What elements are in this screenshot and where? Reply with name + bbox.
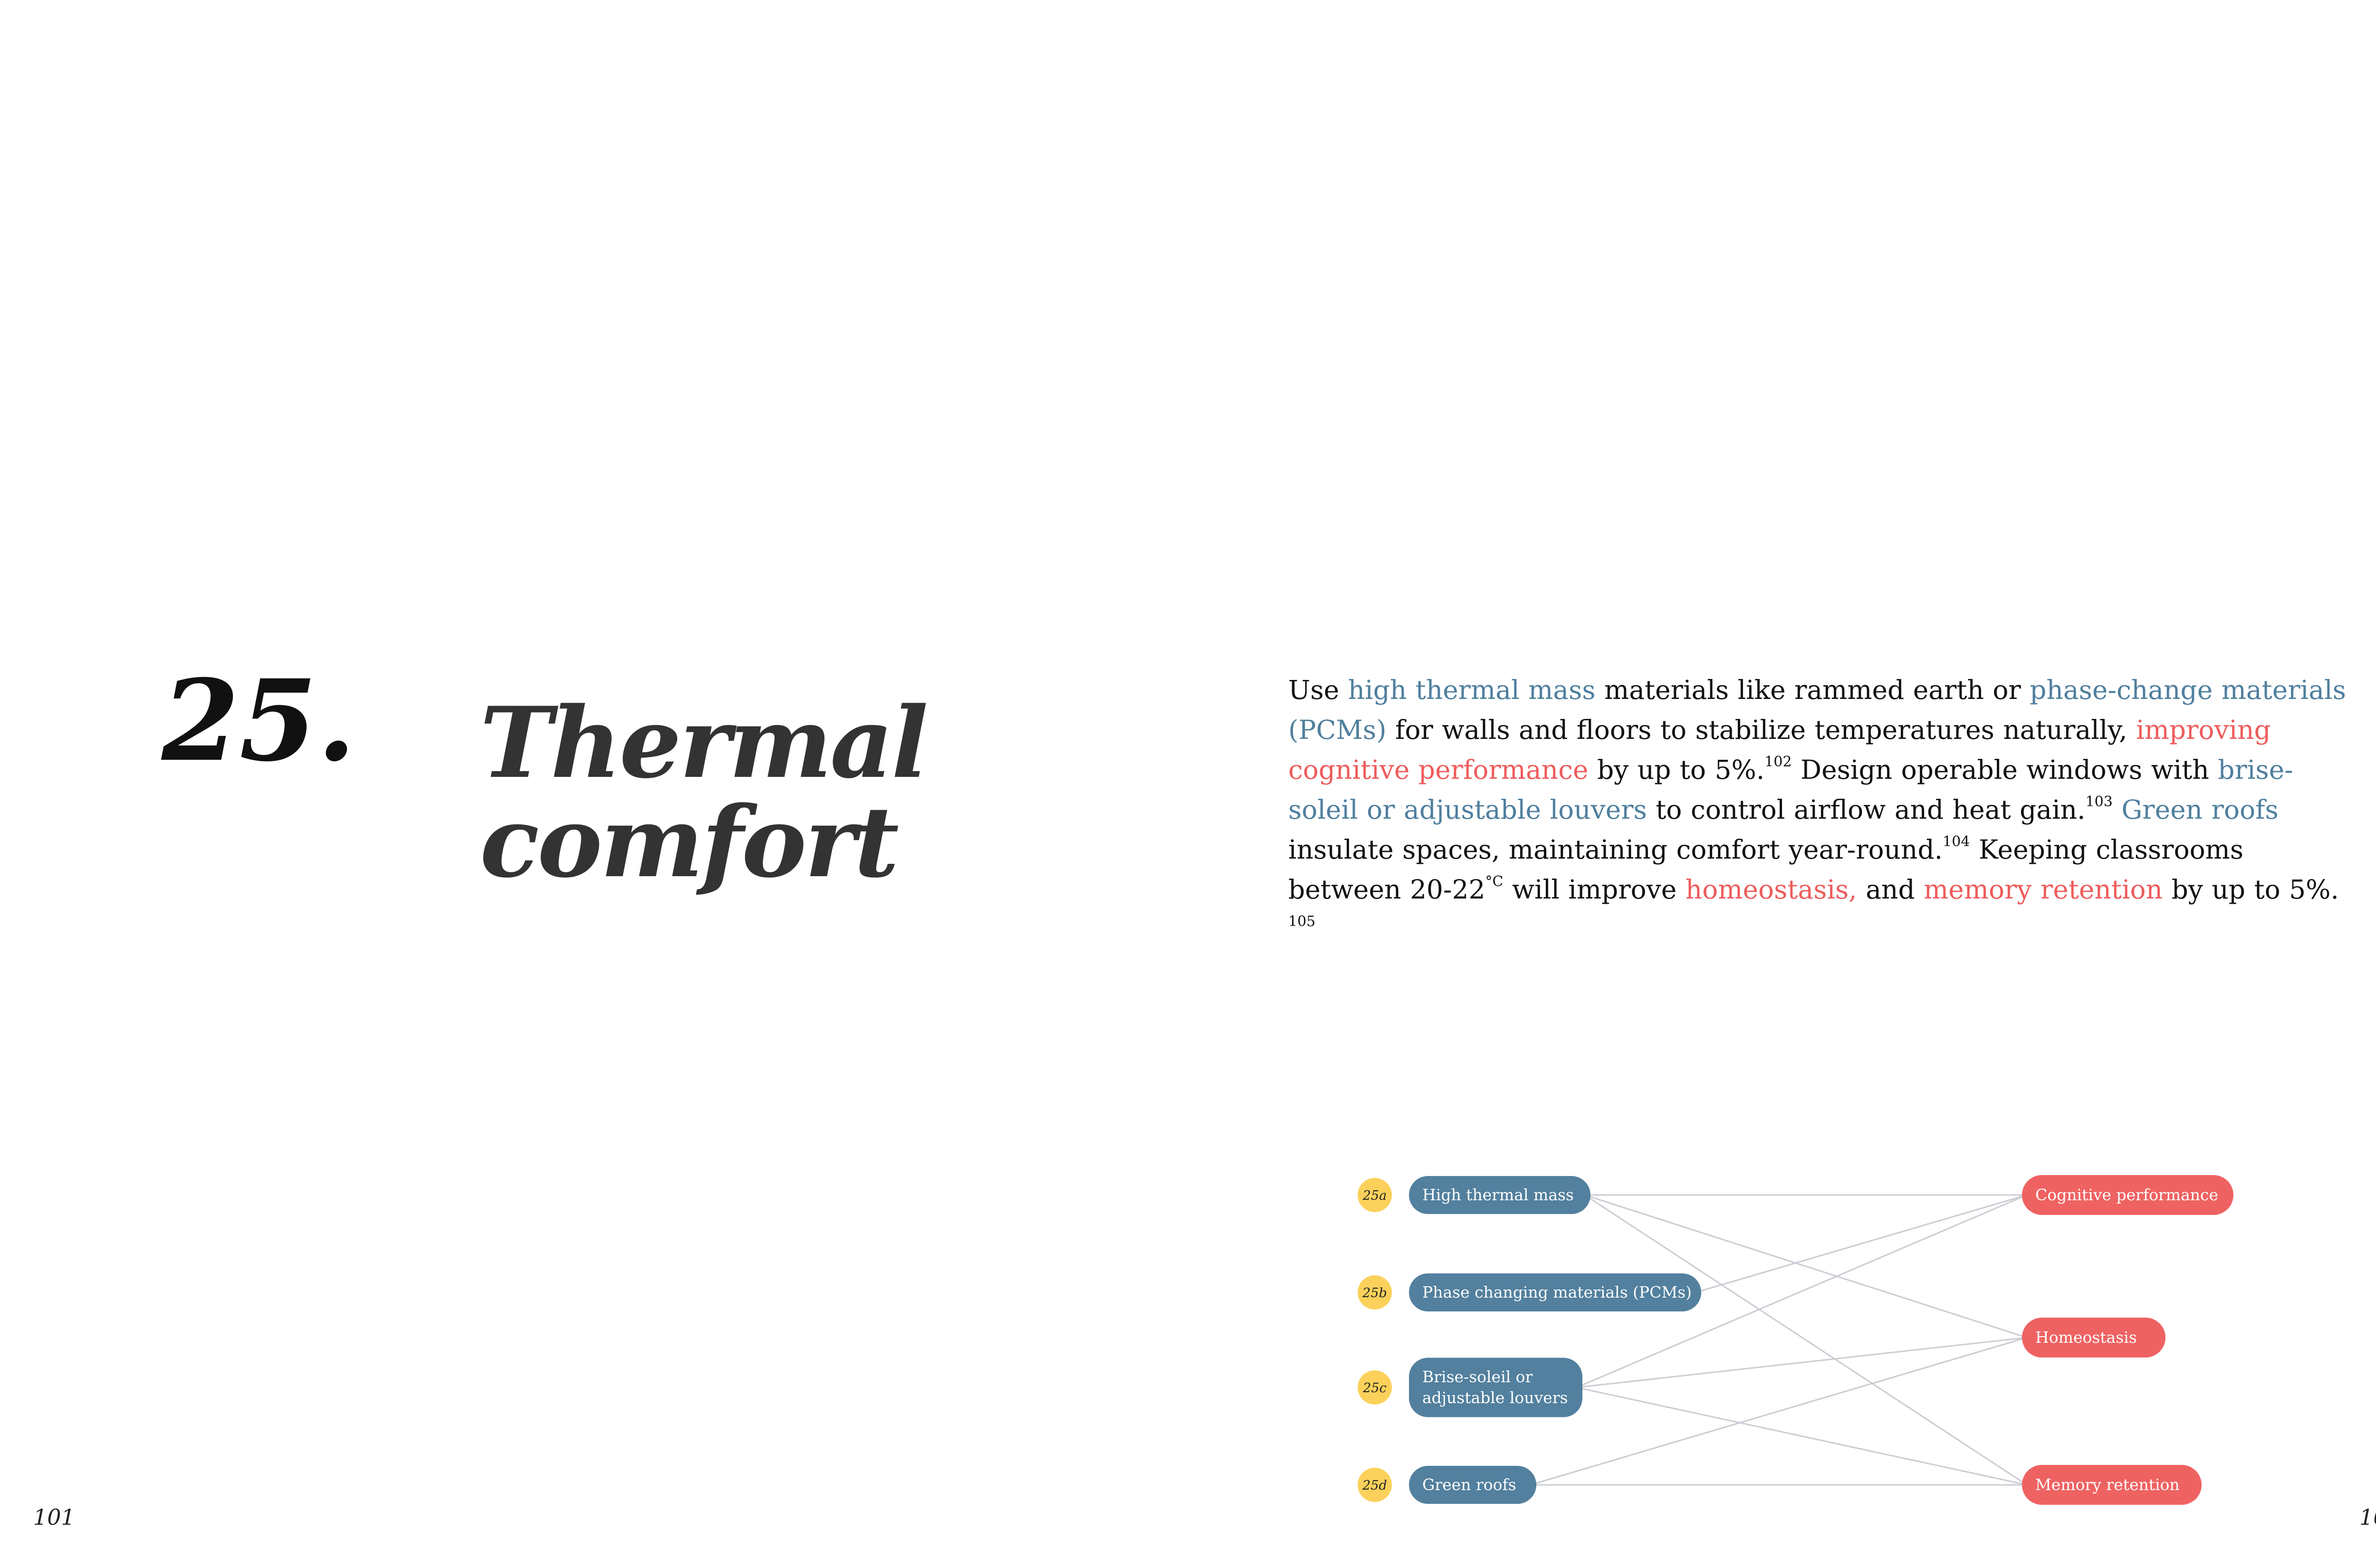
section-number: 25.: [162, 655, 356, 786]
cause-label: High thermal mass: [1422, 1186, 1574, 1204]
badge-label: 25b: [1362, 1286, 1387, 1300]
left-page: 25. Thermal comfort 101: [0, 0, 1212, 1568]
right-page: Use high thermal mass materials like ram…: [1212, 0, 2376, 1568]
diagram-links: [1530, 1194, 2027, 1486]
badge-label: 25d: [1362, 1478, 1387, 1493]
outcome-label: Memory retention: [2035, 1475, 2180, 1494]
section-title: Thermal comfort: [480, 693, 929, 892]
page-number-left: 101: [33, 1504, 75, 1530]
cause-label: Brise-soleil or: [1422, 1367, 1533, 1386]
cause-effect-diagram: 25a High thermal mass 25b Phase changing ma…: [1358, 1175, 2233, 1505]
title-line-2: comfort: [480, 785, 899, 900]
outcome-node: Homeostasis: [2022, 1318, 2165, 1358]
link-line: [1584, 1194, 2027, 1486]
page-number-right: 102: [2359, 1504, 2376, 1530]
badge-label: 25c: [1362, 1381, 1386, 1396]
link-line: [1530, 1337, 2027, 1486]
cause-label: Phase changing materials (PCMs): [1422, 1283, 1692, 1301]
cause-label: Green roofs: [1422, 1475, 1516, 1494]
link-line: [1576, 1386, 2027, 1486]
cause-node: 25c Brise-soleil or adjustable louvers: [1358, 1358, 1582, 1417]
cause-node: 25a High thermal mass: [1358, 1176, 1590, 1214]
outcome-node: Cognitive performance: [2022, 1175, 2233, 1215]
outcome-label: Cognitive performance: [2035, 1186, 2218, 1204]
title-line-1: Thermal: [480, 686, 929, 800]
badge-label: 25a: [1362, 1188, 1387, 1203]
cause-node: 25d Green roofs: [1358, 1466, 1536, 1504]
link-line: [1576, 1337, 2027, 1388]
cause-node: 25b Phase changing materials (PCMs): [1358, 1273, 1701, 1311]
cause-pill: [1409, 1358, 1582, 1417]
link-line: [1584, 1194, 2027, 1339]
outcome-label: Homeostasis: [2035, 1328, 2137, 1347]
outcome-node: Memory retention: [2022, 1465, 2202, 1505]
link-line: [1695, 1194, 2027, 1293]
cause-label: adjustable louvers: [1422, 1388, 1568, 1407]
